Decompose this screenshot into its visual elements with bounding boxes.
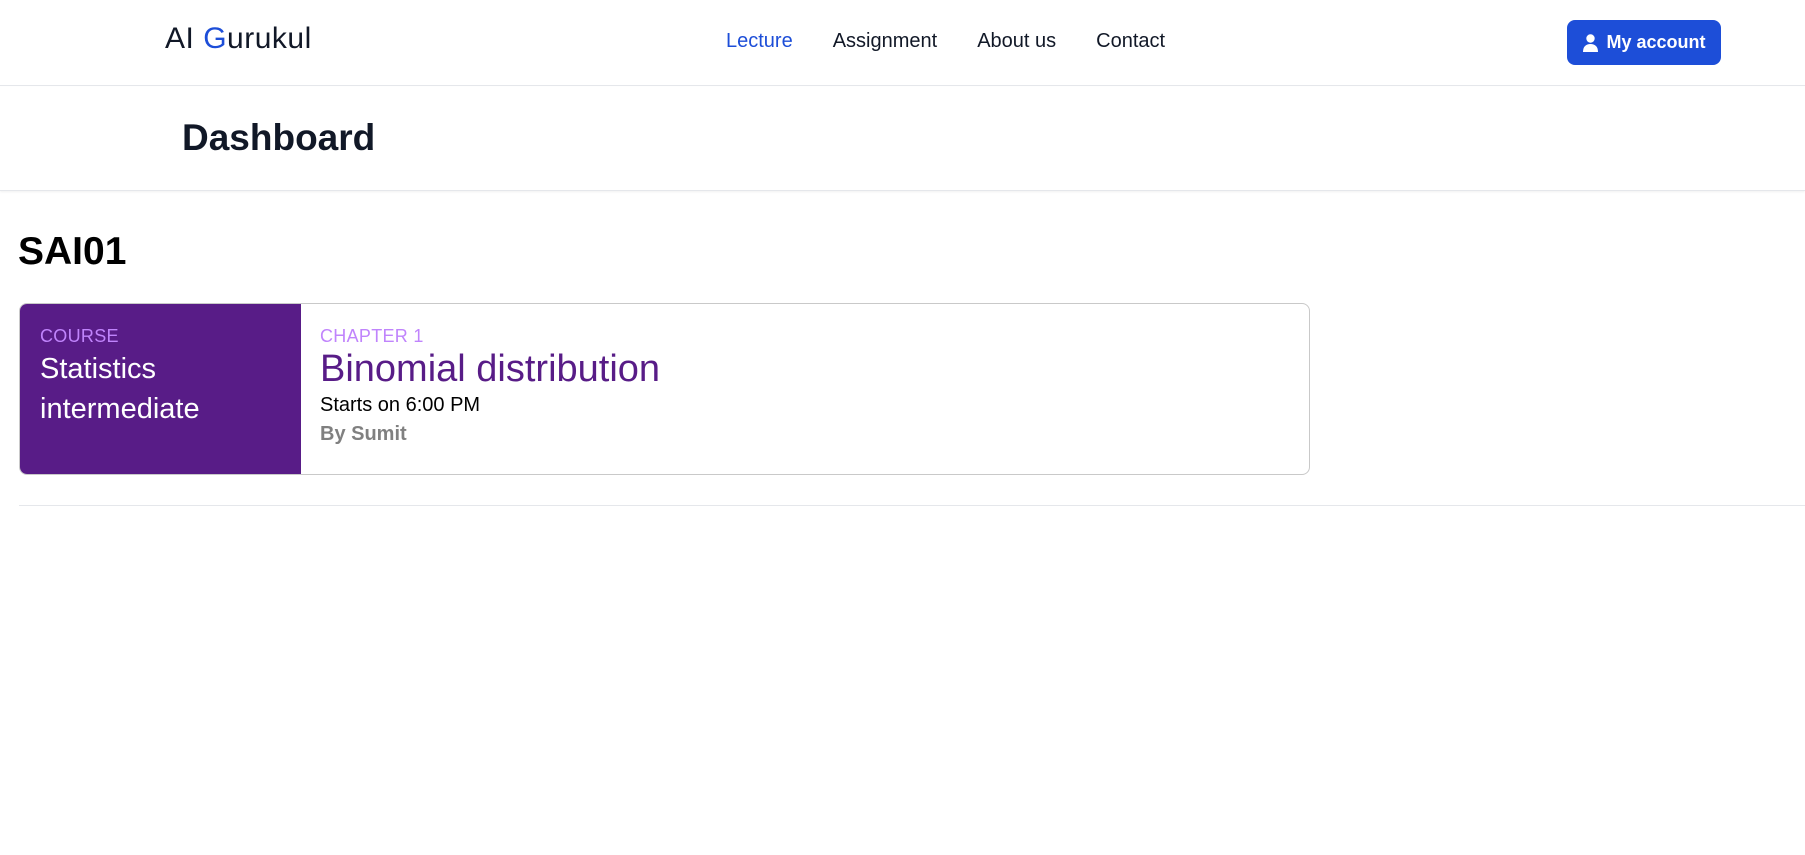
my-account-button[interactable]: My account [1567,20,1721,65]
course-name: Statistics intermediate [40,353,200,425]
nav-links: Lecture Assignment About us Contact [726,30,1205,53]
my-account-label: My account [1606,32,1706,52]
page-title: Dashboard [182,117,376,158]
lecture-card[interactable]: COURSE Statistics intermediate CHAPTER 1… [19,303,1310,475]
chapter-kicker: CHAPTER 1 [320,326,424,346]
nav-link-lecture[interactable]: Lecture [726,30,793,53]
course-kicker: COURSE [40,326,119,346]
brand-accent: G [203,22,228,55]
chapter-title: Binomial distribution [320,348,661,390]
page-header: Dashboard [0,87,1805,191]
user-icon [1583,33,1599,52]
course-panel: COURSE Statistics intermediate [20,304,301,474]
top-navbar: AI Gurukul Lecture Assignment About us C… [0,0,1805,86]
section-divider [19,505,1805,506]
brand-suffix: urukul [227,22,312,55]
brand-prefix: AI [165,22,204,55]
brand-logo[interactable]: AI Gurukul [165,22,312,56]
nav-link-about-us[interactable]: About us [977,30,1056,53]
nav-link-assignment[interactable]: Assignment [833,30,938,53]
chapter-start-time: Starts on 6:00 PM [320,394,481,416]
chapter-panel: CHAPTER 1 Binomial distribution Starts o… [301,304,1309,474]
nav-link-contact[interactable]: Contact [1096,30,1165,53]
section-title: SAI01 [18,230,127,273]
chapter-author: By Sumit [320,423,407,445]
